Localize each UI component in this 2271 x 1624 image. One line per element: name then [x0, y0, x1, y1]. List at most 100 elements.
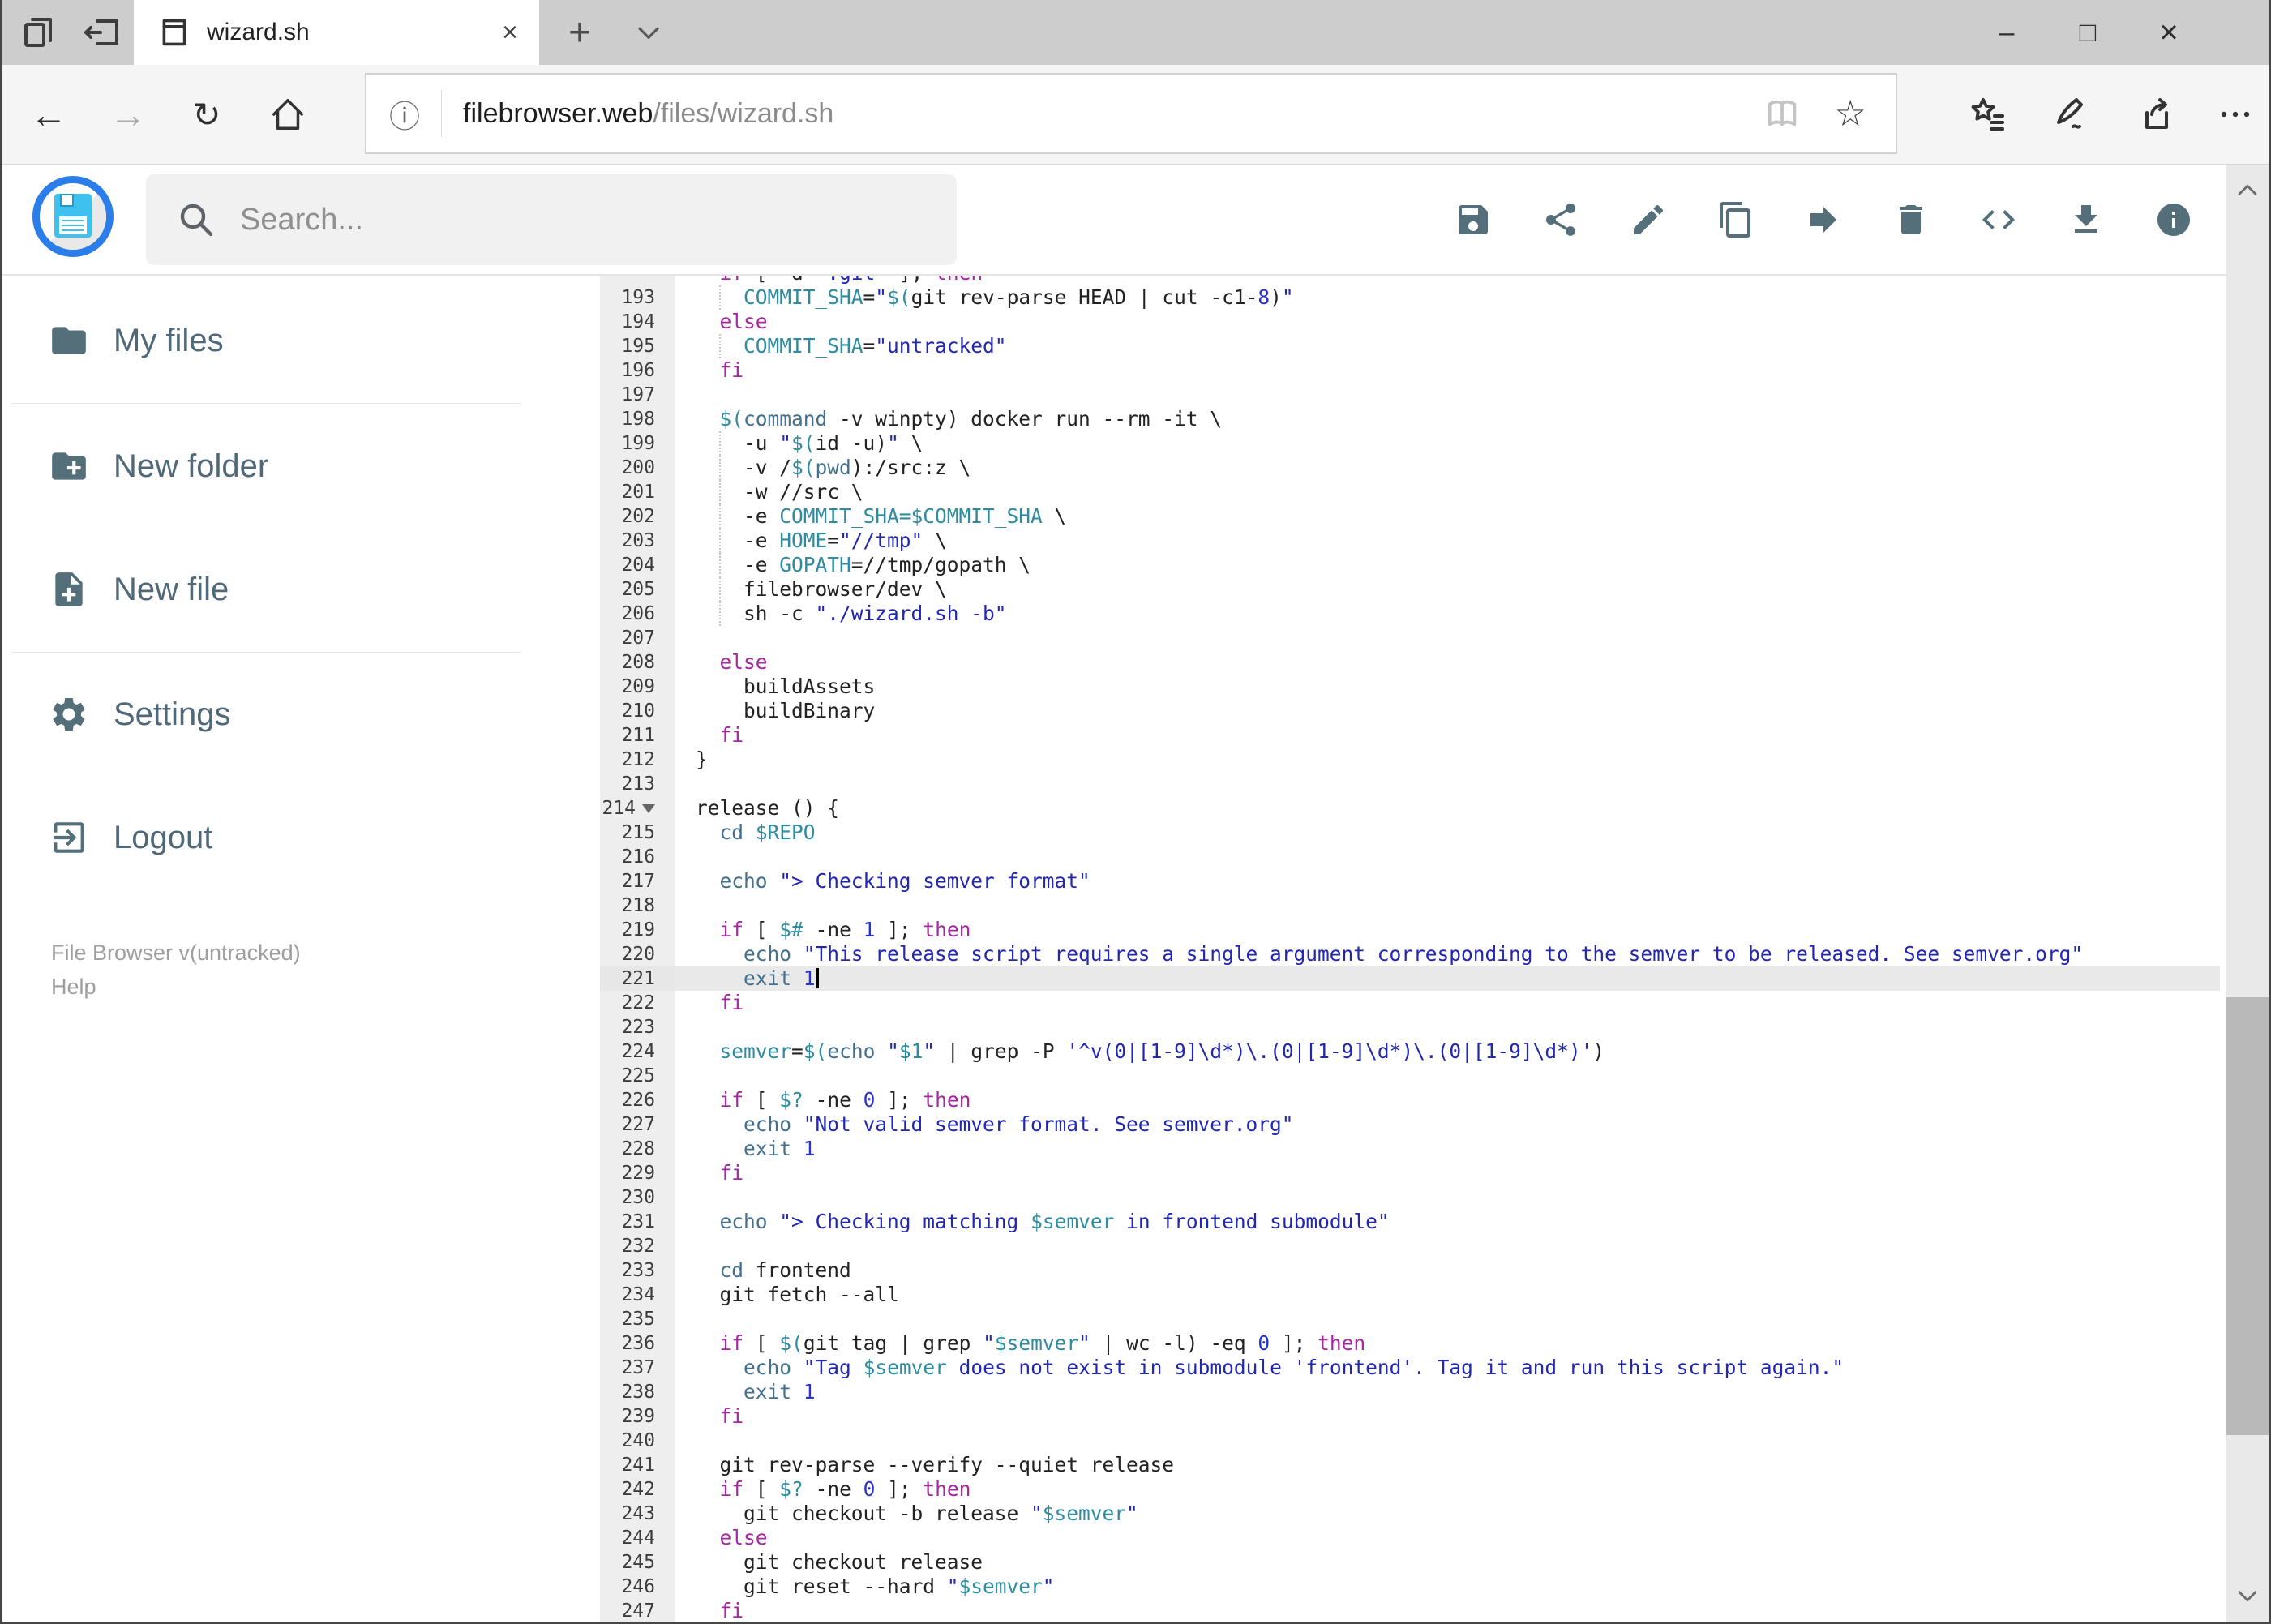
search-bar[interactable]	[146, 174, 957, 265]
site-info-icon[interactable]: ⓘ	[389, 92, 420, 136]
favorites-list-icon[interactable]	[1950, 65, 2023, 164]
editor-line[interactable]: 233 cd frontend	[600, 1258, 2220, 1283]
editor-line[interactable]: 229 fi	[600, 1161, 2220, 1185]
editor-line[interactable]: if [ -d ".git" ]; then	[600, 276, 2220, 285]
filebrowser-logo-icon[interactable]	[32, 176, 114, 257]
editor-line[interactable]: 213	[600, 772, 2220, 796]
info-button[interactable]	[2154, 200, 2193, 239]
home-button[interactable]	[255, 65, 320, 164]
editor-line[interactable]: 210 buildBinary	[600, 699, 2220, 723]
editor-line[interactable]: 246 git reset --hard "$semver"	[600, 1575, 2220, 1599]
editor-line[interactable]: 208 else	[600, 650, 2220, 675]
editor-line[interactable]: 223	[600, 1015, 2220, 1039]
back-button[interactable]: ←	[16, 65, 81, 164]
editor-line[interactable]: 226 if [ $? -ne 0 ]; then	[600, 1088, 2220, 1112]
editor-line[interactable]: 235	[600, 1307, 2220, 1331]
share-button[interactable]	[1541, 200, 1580, 239]
forward-button[interactable]: →	[96, 65, 161, 164]
editor-line[interactable]: 231 echo "> Checking matching $semver in…	[600, 1210, 2220, 1234]
refresh-button[interactable]: ↻	[174, 65, 239, 164]
tab-preview-chevron-icon[interactable]	[620, 0, 677, 65]
editor-line[interactable]: 197	[600, 383, 2220, 407]
scroll-down-icon[interactable]	[2226, 1575, 2269, 1617]
editor-line[interactable]: 198 $(command -v winpty) docker run --rm…	[600, 407, 2220, 431]
editor-line[interactable]: 209 buildAssets	[600, 675, 2220, 699]
reading-view-icon[interactable]	[1763, 95, 1801, 132]
editor-line[interactable]: 199 -u "$(id -u)" \	[600, 431, 2220, 456]
editor-line[interactable]: 221 exit 1	[600, 966, 2220, 991]
editor-line[interactable]: 242 if [ $? -ne 0 ]; then	[600, 1477, 2220, 1502]
more-menu-icon[interactable]	[2199, 65, 2271, 164]
editor-line[interactable]: 228 exit 1	[600, 1137, 2220, 1161]
editor-line[interactable]: 202 -e COMMIT_SHA=$COMMIT_SHA \	[600, 504, 2220, 529]
editor-line[interactable]: 237 echo "Tag $semver does not exist in …	[600, 1356, 2220, 1380]
sidebar-item-settings[interactable]: Settings	[2, 682, 570, 747]
editor-line[interactable]: 206 sh -c "./wizard.sh -b"	[600, 602, 2220, 626]
editor-line[interactable]: 200 -v /$(pwd):/src:z \	[600, 456, 2220, 480]
code-editor[interactable]: if [ -d ".git" ]; then193 COMMIT_SHA="$(…	[600, 276, 2220, 1622]
sidebar-item-my-files[interactable]: My files	[2, 308, 570, 373]
editor-line[interactable]: 216	[600, 845, 2220, 869]
editor-line[interactable]: 234 git fetch --all	[600, 1283, 2220, 1307]
minimize-button[interactable]: –	[1970, 0, 2043, 65]
address-bar[interactable]: ⓘ filebrowser.web/files/wizard.sh ☆	[365, 73, 1897, 154]
sidebar-item-logout[interactable]: Logout	[2, 805, 570, 870]
scrollbar-thumb[interactable]	[2226, 997, 2269, 1435]
editor-line[interactable]: 243 git checkout -b release "$semver"	[600, 1502, 2220, 1526]
new-tab-button[interactable]: +	[547, 0, 612, 65]
editor-line[interactable]: 222 fi	[600, 991, 2220, 1015]
help-link[interactable]: Help	[51, 975, 96, 1000]
editor-line[interactable]: 203 -e HOME="//tmp" \	[600, 529, 2220, 553]
download-button[interactable]	[2067, 200, 2106, 239]
editor-line[interactable]: 240	[600, 1429, 2220, 1453]
editor-line[interactable]: 220 echo "This release script requires a…	[600, 942, 2220, 966]
editor-line[interactable]: 214 release () {	[600, 796, 2220, 821]
tab-wizard-sh[interactable]: wizard.sh ×	[134, 0, 539, 65]
editor-line[interactable]: 225	[600, 1064, 2220, 1088]
editor-line[interactable]: 238 exit 1	[600, 1380, 2220, 1404]
editor-line[interactable]: 218	[600, 893, 2220, 918]
tab-close-icon[interactable]: ×	[502, 0, 518, 65]
delete-button[interactable]	[1892, 200, 1930, 239]
editor-line[interactable]: 195 COMMIT_SHA="untracked"	[600, 334, 2220, 358]
editor-line[interactable]: 205 filebrowser/dev \	[600, 577, 2220, 602]
editor-line[interactable]: 193 COMMIT_SHA="$(git rev-parse HEAD | c…	[600, 285, 2220, 310]
fold-arrow-icon[interactable]	[642, 804, 655, 813]
window-close-button[interactable]: ×	[2132, 0, 2205, 65]
editor-line[interactable]: 217 echo "> Checking semver format"	[600, 869, 2220, 893]
editor-line[interactable]: 230	[600, 1185, 2220, 1210]
tabs-aside-icon[interactable]	[19, 13, 58, 56]
editor-line[interactable]: 215 cd $REPO	[600, 821, 2220, 845]
editor-line[interactable]: 224 semver=$(echo "$1" | grep -P '^v(0|[…	[600, 1039, 2220, 1064]
editor-line[interactable]: 201 -w //src \	[600, 480, 2220, 504]
favorite-star-icon[interactable]: ☆	[1835, 93, 1866, 135]
web-notes-pen-icon[interactable]	[2035, 65, 2108, 164]
editor-line[interactable]: 236 if [ $(git tag | grep "$semver" | wc…	[600, 1331, 2220, 1356]
search-input[interactable]	[238, 201, 906, 238]
editor-line[interactable]: 239 fi	[600, 1404, 2220, 1429]
move-button[interactable]	[1804, 200, 1843, 239]
editor-line[interactable]: 212}	[600, 748, 2220, 772]
save-button[interactable]	[1454, 200, 1493, 239]
editor-line[interactable]: 227 echo "Not valid semver format. See s…	[600, 1112, 2220, 1137]
editor-line[interactable]: 241 git rev-parse --verify --quiet relea…	[600, 1453, 2220, 1477]
scroll-up-icon[interactable]	[2226, 169, 2269, 212]
sidebar-item-new-folder[interactable]: New folder	[2, 434, 570, 499]
editor-line[interactable]: 196 fi	[600, 358, 2220, 383]
copy-button[interactable]	[1716, 200, 1755, 239]
editor-line[interactable]: 244 else	[600, 1526, 2220, 1550]
editor-line[interactable]: 232	[600, 1234, 2220, 1258]
raw-code-button[interactable]	[1979, 200, 2018, 239]
maximize-button[interactable]: □	[2051, 0, 2124, 65]
sidebar-item-new-file[interactable]: New file	[2, 557, 570, 622]
editor-line[interactable]: 204 -e GOPATH=//tmp/gopath \	[600, 553, 2220, 577]
editor-line[interactable]: 211 fi	[600, 723, 2220, 748]
vertical-scrollbar[interactable]	[2226, 165, 2269, 1622]
editor-line[interactable]: 194 else	[600, 310, 2220, 334]
editor-line[interactable]: 219 if [ $# -ne 1 ]; then	[600, 918, 2220, 942]
editor-line[interactable]: 247 fi	[600, 1599, 2220, 1622]
edit-button[interactable]	[1629, 200, 1668, 239]
editor-line[interactable]: 245 git checkout release	[600, 1550, 2220, 1575]
editor-line[interactable]: 207	[600, 626, 2220, 650]
share-page-icon[interactable]	[2120, 65, 2193, 164]
